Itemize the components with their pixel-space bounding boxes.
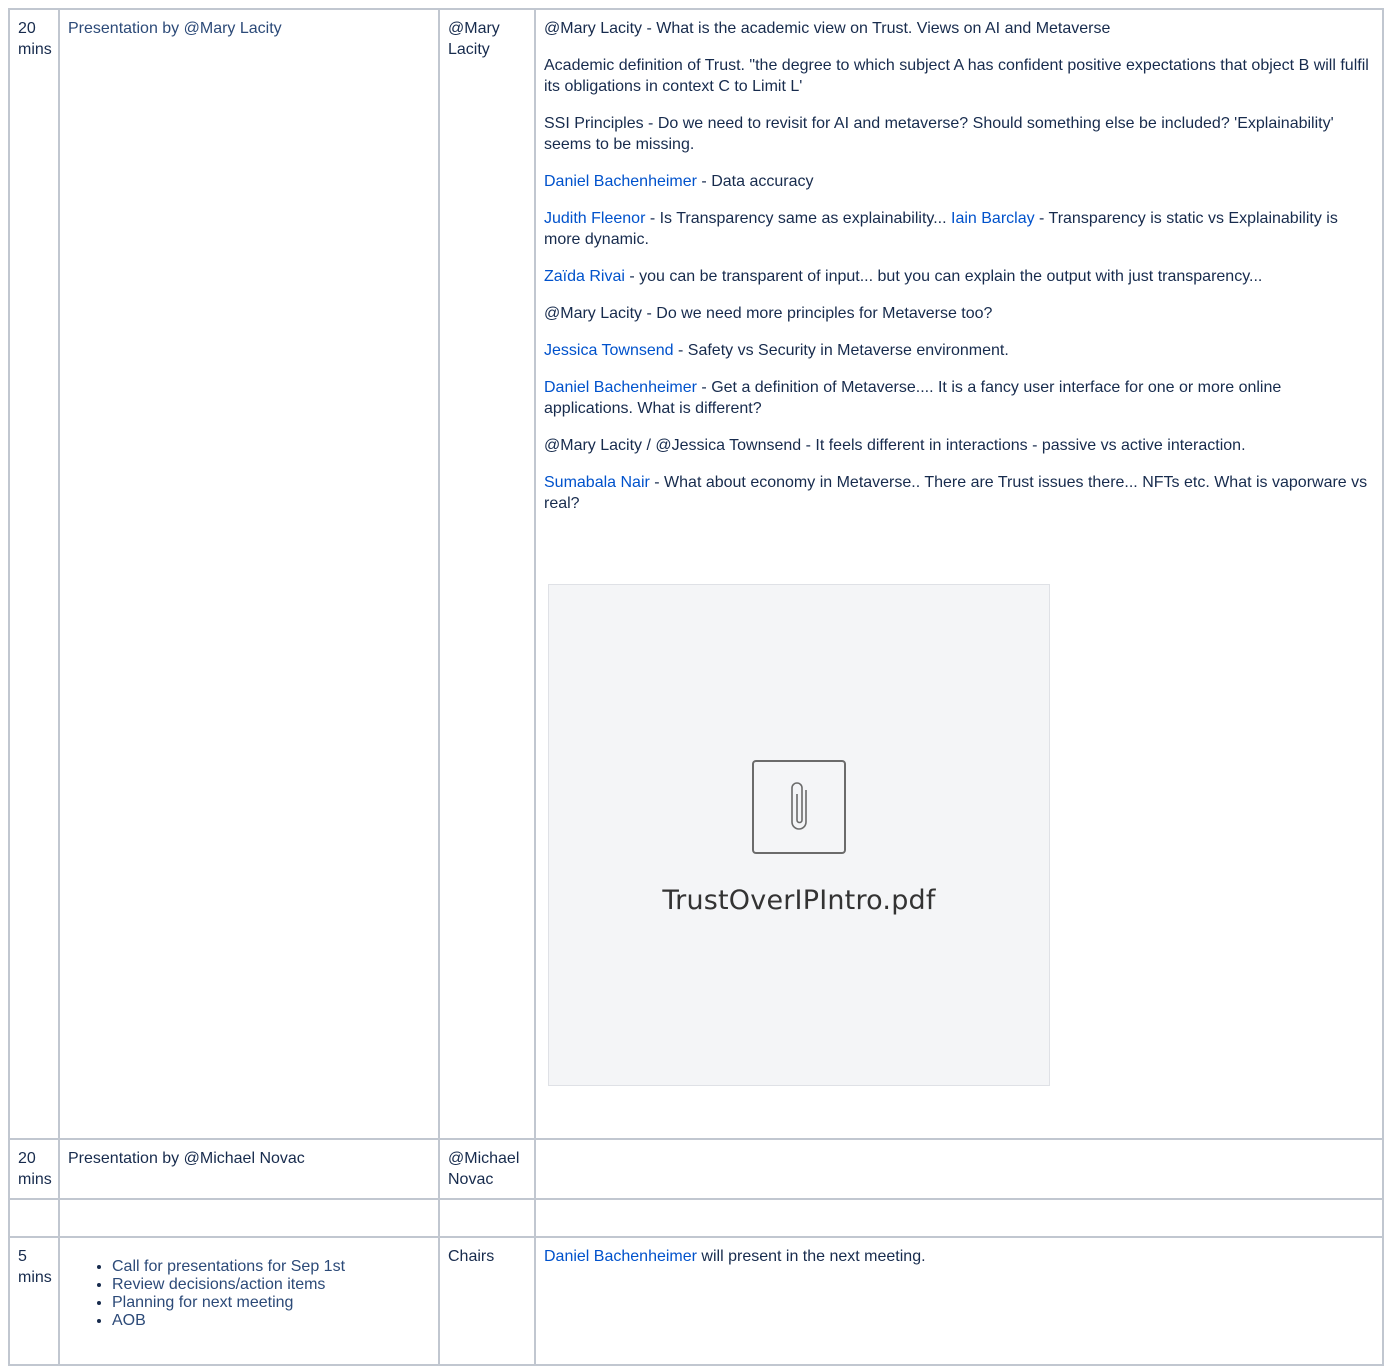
note-paragraph: Daniel Bachenheimer - Data accuracy: [544, 171, 1372, 192]
item-cell: Presentation by @Mary Lacity: [58, 8, 440, 1140]
note-paragraph: Judith Fleenor - Is Transparency same as…: [544, 208, 1372, 250]
user-mention-link[interactable]: Iain Barclay: [951, 210, 1035, 227]
list-item: Review decisions/action items: [112, 1276, 428, 1294]
attachment-preview[interactable]: TrustOverIPIntro.pdf: [548, 584, 1050, 1086]
agenda-sublist: Call for presentations for Sep 1st Revie…: [68, 1258, 428, 1330]
agenda-sublist-link[interactable]: Planning for next meeting: [112, 1294, 293, 1311]
note-paragraph: Academic definition of Trust. "the degre…: [544, 55, 1372, 97]
who-cell: Chairs: [438, 1236, 536, 1366]
agenda-table: 20 mins Presentation by @Mary Lacity @Ma…: [8, 8, 1384, 1366]
notes-cell: Daniel Bachenheimer will present in the …: [534, 1236, 1384, 1366]
note-paragraph: Zaïda Rivai - you can be transparent of …: [544, 266, 1372, 287]
note-text: - Is Transparency same as explainability…: [645, 210, 951, 227]
who-cell: @Mary Lacity: [438, 8, 536, 1140]
time-cell: 5 mins: [8, 1236, 60, 1366]
agenda-item-link[interactable]: Presentation by @Mary Lacity: [68, 20, 282, 37]
agenda-sublist-link[interactable]: Call for presentations for Sep 1st: [112, 1258, 345, 1275]
agenda-sublist-link[interactable]: Review decisions/action items: [112, 1276, 325, 1293]
paperclip-icon: [752, 759, 846, 854]
list-item: AOB: [112, 1312, 428, 1330]
note-text: - Data accuracy: [696, 173, 814, 190]
item-cell: Call for presentations for Sep 1st Revie…: [58, 1236, 440, 1366]
item-cell: [58, 1198, 440, 1238]
note-text: Academic definition of Trust. "the degre…: [544, 57, 1369, 95]
who-cell: @Michael Novac: [438, 1138, 536, 1200]
notes-cell: [534, 1198, 1384, 1238]
note-text: - What about economy in Metaverse.. Ther…: [544, 474, 1368, 512]
user-mention-link[interactable]: Jessica Townsend: [544, 342, 674, 359]
note-paragraph: @Mary Lacity - Do we need more principle…: [544, 303, 1372, 324]
list-item: Planning for next meeting: [112, 1294, 428, 1312]
table-row: 5 mins Call for presentations for Sep 1s…: [8, 1236, 1384, 1366]
attachment-filename: TrustOverIPIntro.pdf: [662, 884, 936, 916]
note-text: SSI Principles - Do we need to revisit f…: [544, 115, 1334, 153]
note-text: @Mary Lacity / @Jessica Townsend - It fe…: [544, 437, 1246, 454]
user-mention-link[interactable]: Daniel Bachenheimer: [544, 1248, 697, 1265]
notes-list: @Mary Lacity - What is the academic view…: [544, 18, 1372, 514]
note-paragraph: Sumabala Nair - What about economy in Me…: [544, 472, 1372, 514]
note-paragraph: Jessica Townsend - Safety vs Security in…: [544, 340, 1372, 361]
user-mention-link[interactable]: Daniel Bachenheimer: [544, 379, 697, 396]
table-row: [8, 1198, 1384, 1238]
note-text: @Mary Lacity - What is the academic view…: [544, 20, 1111, 37]
note-paragraph: SSI Principles - Do we need to revisit f…: [544, 113, 1372, 155]
time-cell: 20 mins: [8, 1138, 60, 1200]
time-cell: 20 mins: [8, 8, 60, 1140]
table-row: 20 mins Presentation by @Michael Novac @…: [8, 1138, 1384, 1200]
time-cell: [8, 1198, 60, 1238]
note-paragraph: @Mary Lacity - What is the academic view…: [544, 18, 1372, 39]
note-paragraph: Daniel Bachenheimer will present in the …: [544, 1246, 1372, 1267]
note-text: will present in the next meeting.: [696, 1248, 926, 1265]
list-item: Call for presentations for Sep 1st: [112, 1258, 428, 1276]
note-paragraph: @Mary Lacity / @Jessica Townsend - It fe…: [544, 435, 1372, 456]
note-text: - Safety vs Security in Metaverse enviro…: [673, 342, 1009, 359]
notes-list: Daniel Bachenheimer will present in the …: [544, 1246, 1372, 1267]
user-mention-link[interactable]: Zaïda Rivai: [544, 268, 625, 285]
user-mention-link[interactable]: Judith Fleenor: [544, 210, 645, 227]
notes-cell: [534, 1138, 1384, 1200]
note-text: - you can be transparent of input... but…: [624, 268, 1263, 285]
item-cell: Presentation by @Michael Novac: [58, 1138, 440, 1200]
note-text: @Mary Lacity - Do we need more principle…: [544, 305, 993, 322]
notes-cell: @Mary Lacity - What is the academic view…: [534, 8, 1384, 1140]
agenda-sublist-link[interactable]: AOB: [112, 1312, 146, 1329]
user-mention-link[interactable]: Daniel Bachenheimer: [544, 173, 697, 190]
table-row: 20 mins Presentation by @Mary Lacity @Ma…: [8, 8, 1384, 1140]
user-mention-link[interactable]: Sumabala Nair: [544, 474, 650, 491]
who-cell: [438, 1198, 536, 1238]
note-paragraph: Daniel Bachenheimer - Get a definition o…: [544, 377, 1372, 419]
